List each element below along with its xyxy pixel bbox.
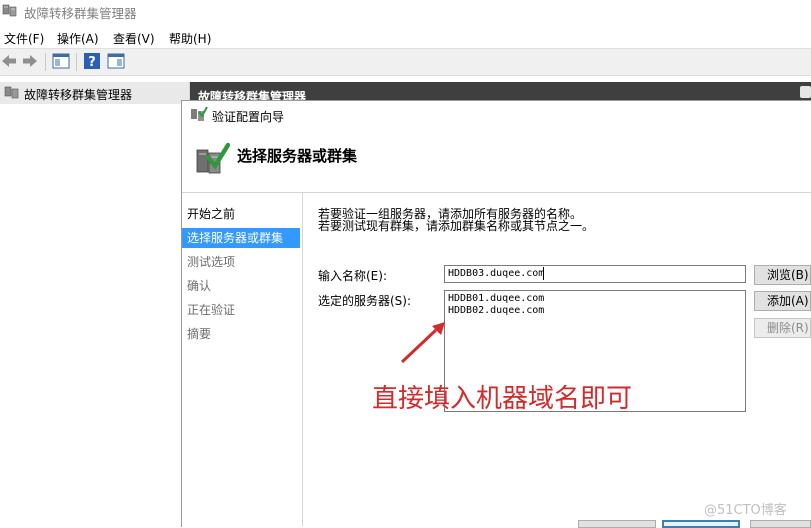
help-icon[interactable]: ? xyxy=(83,52,101,70)
menu-file[interactable]: 文件(F) xyxy=(4,30,44,47)
name-label: 输入名称(E): xyxy=(318,269,387,283)
navigation-tree xyxy=(0,82,190,526)
cluster-manager-icon xyxy=(4,86,19,99)
window-title: 故障转移群集管理器 xyxy=(24,6,137,21)
validate-check-icon xyxy=(196,142,230,174)
toolbar-separator xyxy=(76,53,77,71)
next-button[interactable] xyxy=(662,520,740,528)
step-summary: 摘要 xyxy=(187,327,212,341)
menu-view[interactable]: 查看(V) xyxy=(113,30,155,47)
cancel-button[interactable] xyxy=(750,520,811,528)
step-before-you-begin[interactable]: 开始之前 xyxy=(182,204,300,224)
cluster-manager-icon xyxy=(2,4,17,17)
toolbar-separator xyxy=(45,53,46,71)
previous-button[interactable] xyxy=(578,520,656,528)
menu-bar: 文件(F) 操作(A) 查看(V) 帮助(H) xyxy=(0,26,811,48)
server-name-value: HDDB03.duqee.com xyxy=(448,268,545,279)
wizard-title: 验证配置向导 xyxy=(212,110,285,124)
wizard-heading: 选择服务器或群集 xyxy=(237,147,358,165)
text-caret xyxy=(543,267,544,280)
forward-arrow-icon[interactable] xyxy=(21,53,39,69)
remove-button[interactable]: 删除(R) xyxy=(754,318,811,338)
step-confirmation: 确认 xyxy=(187,279,212,293)
menu-help[interactable]: 帮助(H) xyxy=(169,30,211,47)
annotation-text: 直接填入机器域名即可 xyxy=(372,384,633,414)
collapse-button[interactable] xyxy=(800,86,811,98)
server-list-item[interactable]: HDDB01.duqee.com xyxy=(448,293,544,304)
svg-text:?: ? xyxy=(88,55,96,70)
annotation-arrow xyxy=(400,322,445,364)
menu-action[interactable]: 操作(A) xyxy=(57,30,99,47)
action-pane-icon[interactable] xyxy=(107,52,125,70)
step-testing-options: 测试选项 xyxy=(187,255,236,269)
description-line: 若要测试现有群集，请添加群集名称或其节点之一。 xyxy=(318,219,595,233)
wizard-icon xyxy=(191,106,208,121)
browse-button[interactable]: 浏览(B)... xyxy=(754,265,811,285)
toolbar: ? xyxy=(0,48,811,76)
server-list-item[interactable]: HDDB02.duqee.com xyxy=(448,305,544,316)
selected-servers-label: 选定的服务器(S): xyxy=(318,294,412,308)
watermark: @51CTO博客 xyxy=(704,503,787,518)
step-validating: 正在验证 xyxy=(187,303,236,317)
step-select-servers[interactable]: 选择服务器或群集 xyxy=(182,228,300,248)
add-button[interactable]: 添加(A) xyxy=(754,291,811,311)
show-hide-tree-icon[interactable] xyxy=(52,52,70,70)
tree-root-label: 故障转移群集管理器 xyxy=(24,88,133,102)
back-arrow-icon[interactable] xyxy=(0,53,18,69)
